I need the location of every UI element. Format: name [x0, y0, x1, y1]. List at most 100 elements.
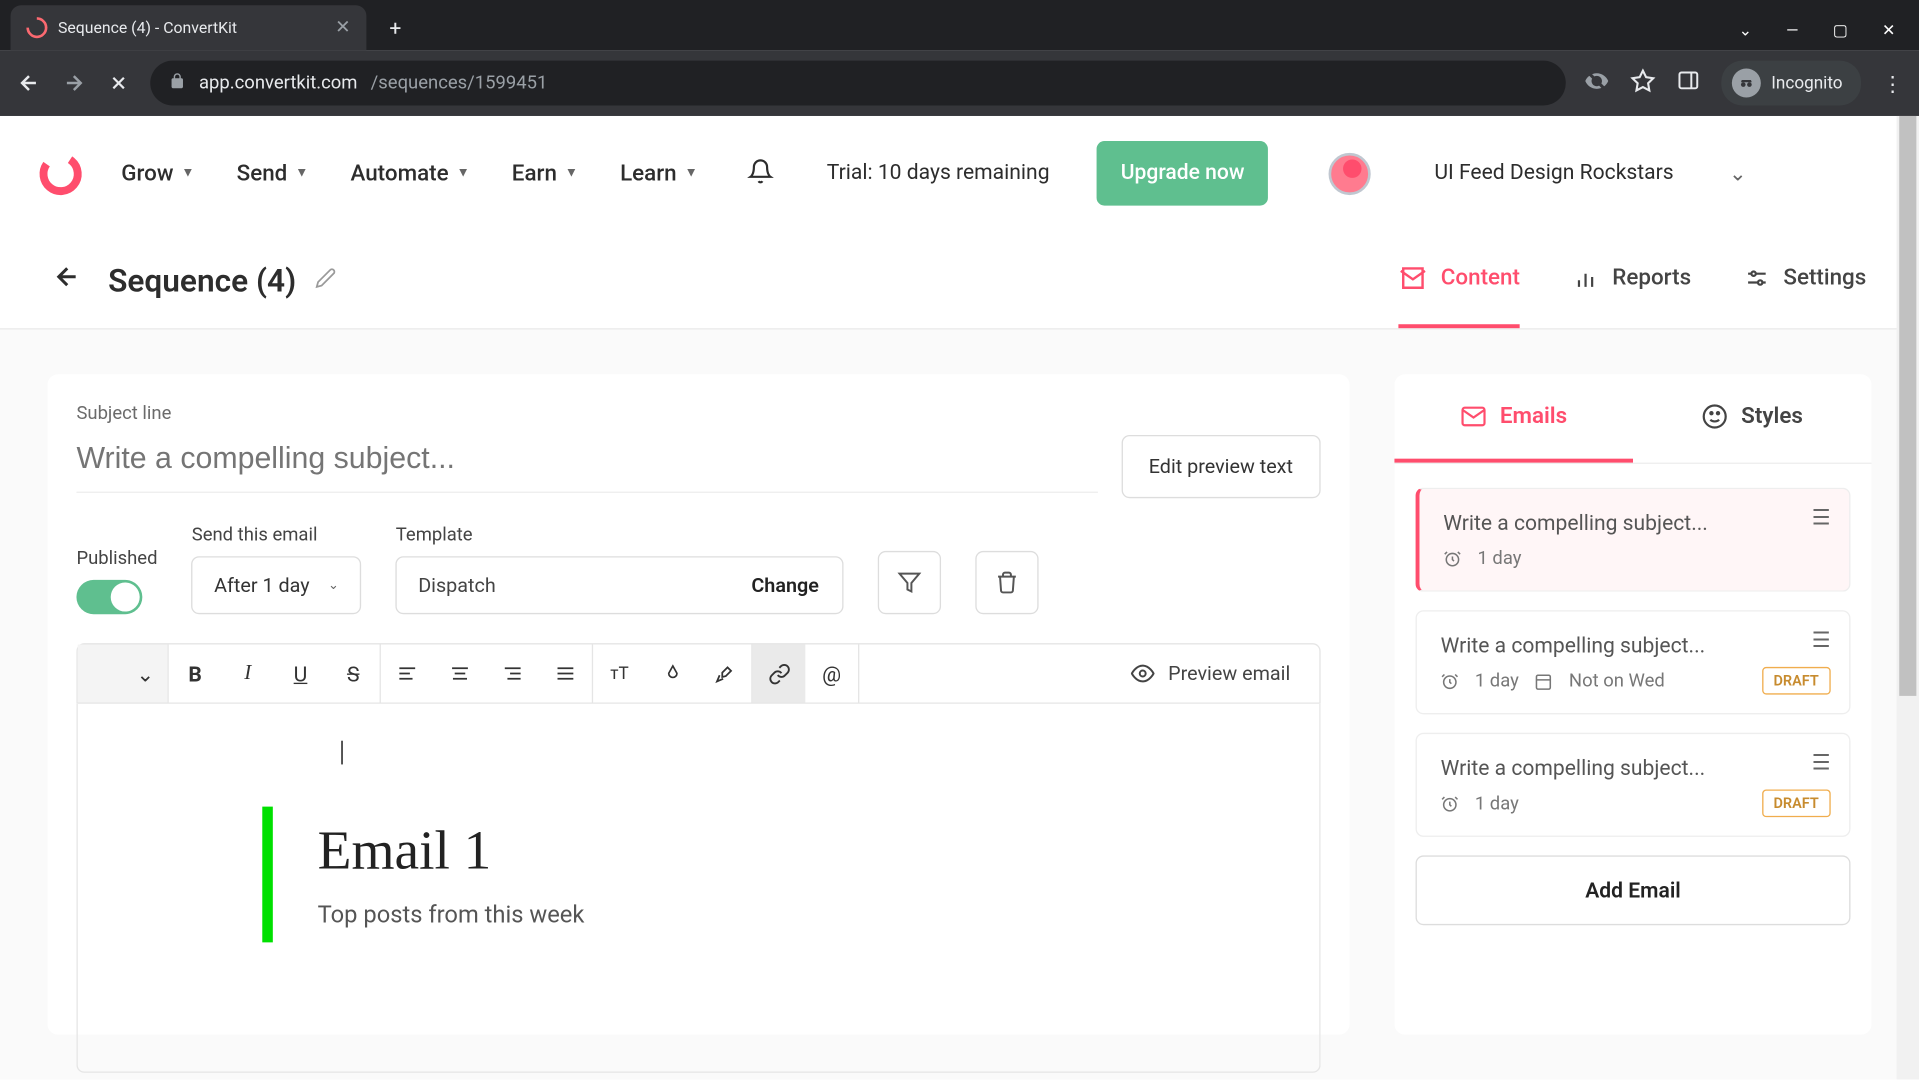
- email-body-title: Email 1: [318, 820, 1135, 883]
- template-label: Template: [396, 525, 844, 546]
- trial-text: Trial: 10 days remaining: [827, 159, 1050, 189]
- sequence-title: Sequence (4): [108, 262, 296, 299]
- edit-preview-button[interactable]: Edit preview text: [1121, 435, 1321, 498]
- scrollbar[interactable]: [1897, 116, 1919, 1079]
- logo[interactable]: [37, 150, 84, 197]
- bold-button[interactable]: B: [169, 645, 222, 703]
- published-toggle[interactable]: [76, 580, 142, 614]
- close-tab-icon[interactable]: ✕: [335, 17, 350, 38]
- send-delay-select[interactable]: After 1 day ⌄: [192, 556, 362, 614]
- align-right-button[interactable]: [486, 645, 539, 703]
- minimize-icon[interactable]: ―: [1786, 21, 1798, 39]
- browser-tab[interactable]: Sequence (4) - ConvertKit ✕: [11, 5, 367, 50]
- text-size-button[interactable]: тT: [593, 645, 646, 703]
- subject-label: Subject line: [76, 403, 1320, 424]
- draft-badge: DRAFT: [1762, 667, 1831, 695]
- bell-icon[interactable]: [748, 158, 774, 190]
- avatar[interactable]: [1329, 152, 1371, 194]
- published-label: Published: [76, 548, 157, 569]
- add-email-button[interactable]: Add Email: [1416, 855, 1851, 925]
- panel-icon[interactable]: [1676, 69, 1700, 98]
- email-card[interactable]: Write a compelling subject... 1 day Not …: [1416, 610, 1851, 714]
- template-name: Dispatch: [397, 558, 728, 613]
- email-card-title: Write a compelling subject...: [1443, 510, 1825, 535]
- maximize-icon[interactable]: ▢: [1833, 21, 1848, 39]
- nav-learn[interactable]: Learn▼: [620, 160, 698, 186]
- preview-email-button[interactable]: Preview email: [1102, 662, 1319, 686]
- mention-button[interactable]: @: [805, 645, 858, 703]
- highlight-button[interactable]: [699, 645, 752, 703]
- scrollbar-thumb[interactable]: [1899, 116, 1916, 696]
- chevron-down-icon: ▼: [181, 166, 194, 180]
- card-menu-icon[interactable]: ☰: [1812, 750, 1831, 775]
- address-bar: app.convertkit.com/sequences/1599451 Inc…: [0, 50, 1919, 116]
- tab-content[interactable]: Content: [1399, 232, 1520, 328]
- star-icon[interactable]: [1630, 68, 1655, 98]
- chevron-down-icon[interactable]: ⌄: [1739, 21, 1752, 39]
- sidebar-tab-styles[interactable]: Styles: [1633, 374, 1872, 462]
- lock-icon: [169, 72, 186, 94]
- edit-icon[interactable]: [315, 267, 336, 293]
- email-card-title: Write a compelling subject...: [1441, 755, 1826, 780]
- stop-icon[interactable]: [105, 70, 131, 96]
- draft-badge: DRAFT: [1762, 789, 1831, 817]
- sidebar-panel: Emails Styles Write a compelling subject…: [1394, 374, 1871, 1034]
- close-window-icon[interactable]: ✕: [1882, 21, 1895, 39]
- email-card[interactable]: Write a compelling subject... 1 day ☰ DR…: [1416, 733, 1851, 837]
- strikethrough-button[interactable]: S: [327, 645, 380, 703]
- back-button[interactable]: [53, 262, 82, 299]
- editor-panel: Subject line Edit preview text Published…: [47, 374, 1349, 1034]
- underline-button[interactable]: U: [274, 645, 327, 703]
- chevron-down-icon: ▼: [565, 166, 578, 180]
- link-button[interactable]: [753, 645, 806, 703]
- nav-send[interactable]: Send▼: [237, 160, 309, 186]
- eye-off-icon[interactable]: [1584, 68, 1609, 98]
- filter-button[interactable]: [878, 551, 941, 614]
- align-center-button[interactable]: [434, 645, 487, 703]
- incognito-icon: [1732, 69, 1761, 98]
- address-input[interactable]: app.convertkit.com/sequences/1599451: [150, 61, 1565, 106]
- back-icon[interactable]: [16, 70, 42, 96]
- sidebar-tab-emails[interactable]: Emails: [1394, 374, 1633, 462]
- emails-list: Write a compelling subject... 1 day ☰ Wr…: [1394, 464, 1871, 949]
- editor-toolbar: ⌄ B I U S тT @: [76, 643, 1320, 704]
- text-cursor: [341, 741, 342, 765]
- align-left-button[interactable]: [381, 645, 434, 703]
- email-card-title: Write a compelling subject...: [1441, 633, 1826, 658]
- incognito-badge[interactable]: Incognito: [1721, 61, 1861, 106]
- send-label: Send this email: [192, 525, 362, 546]
- change-template-button[interactable]: Change: [728, 558, 843, 613]
- incognito-label: Incognito: [1771, 73, 1842, 93]
- paragraph-style-select[interactable]: ⌄: [78, 645, 168, 703]
- subject-input[interactable]: [76, 440, 1097, 493]
- tab-reports[interactable]: Reports: [1573, 232, 1691, 328]
- delete-button[interactable]: [976, 551, 1039, 614]
- card-menu-icon[interactable]: ☰: [1812, 627, 1831, 652]
- browser-tab-strip: Sequence (4) - ConvertKit ✕ + ⌄ ― ▢ ✕: [0, 0, 1919, 50]
- email-body-subtitle: Top posts from this week: [318, 902, 1135, 930]
- account-name[interactable]: UI Feed Design Rockstars: [1434, 159, 1673, 189]
- new-tab-button[interactable]: +: [377, 9, 414, 46]
- tab-settings[interactable]: Settings: [1744, 232, 1866, 328]
- editor-body[interactable]: Email 1 Top posts from this week: [76, 704, 1320, 1073]
- chevron-down-icon: ▼: [685, 166, 698, 180]
- tab-title: Sequence (4) - ConvertKit: [58, 18, 325, 36]
- card-menu-icon[interactable]: ☰: [1812, 505, 1831, 530]
- email-card[interactable]: Write a compelling subject... 1 day ☰: [1416, 488, 1851, 592]
- url-path: /sequences/1599451: [371, 72, 548, 93]
- email-card-delay: 1 day: [1477, 548, 1521, 569]
- email-card-extra: Not on Wed: [1569, 671, 1665, 692]
- nav-earn[interactable]: Earn▼: [512, 160, 578, 186]
- nav-grow[interactable]: Grow▼: [121, 160, 194, 186]
- align-justify-button[interactable]: [539, 645, 592, 703]
- window-controls: ⌄ ― ▢ ✕: [1739, 21, 1919, 39]
- italic-button[interactable]: I: [221, 645, 274, 703]
- menu-icon[interactable]: ⋮: [1882, 71, 1903, 96]
- forward-icon[interactable]: [61, 70, 87, 96]
- nav-automate[interactable]: Automate▼: [350, 160, 469, 186]
- main-content: Subject line Edit preview text Published…: [0, 330, 1919, 1080]
- upgrade-button[interactable]: Upgrade now: [1097, 141, 1268, 205]
- chevron-down-icon: ▼: [457, 166, 470, 180]
- chevron-down-icon[interactable]: ⌄: [1729, 161, 1747, 186]
- text-color-button[interactable]: [646, 645, 699, 703]
